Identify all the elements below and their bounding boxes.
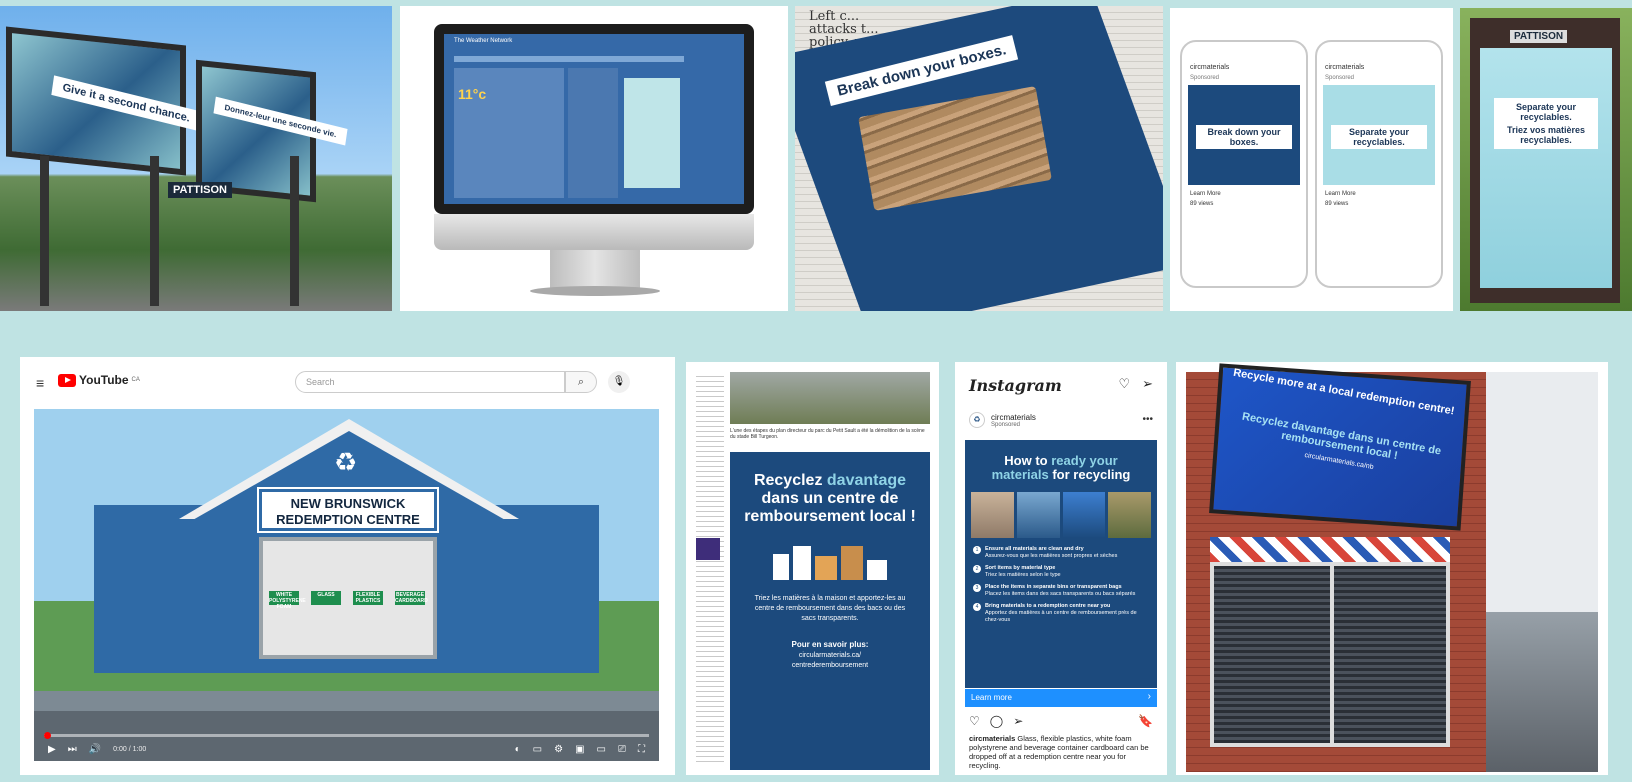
- phone-views: 89 views: [1325, 201, 1349, 207]
- video-time: 0:00 / 1:00: [113, 746, 147, 753]
- more-options-icon[interactable]: •••: [1142, 414, 1153, 425]
- volume-icon[interactable]: 🔊: [89, 744, 101, 755]
- french-ad-body: Triez les matières à la maison et apport…: [754, 595, 906, 622]
- billboard-left-text: Give it a second chance.: [51, 75, 202, 131]
- shelter-brand: PATTISON: [1510, 30, 1568, 43]
- cast-icon[interactable]: ⎚: [618, 744, 626, 755]
- phone-caption: Break down your boxes.: [1196, 125, 1292, 149]
- photo-caption: L'une des étapes du plan directeur du pa…: [730, 428, 925, 440]
- hamburger-menu-icon[interactable]: ≡: [36, 375, 44, 391]
- instagram-logo: Instagram: [969, 376, 1062, 395]
- youtube-play-icon: [58, 373, 76, 387]
- weather-site-name: The Weather Network: [454, 38, 513, 44]
- comment-icon[interactable]: ◯: [990, 714, 1003, 728]
- monitor-mockup: The Weather Network 11°c: [400, 6, 788, 311]
- chevron-right-icon: ›: [1147, 691, 1151, 702]
- microphone-icon[interactable]: 🎙: [608, 371, 630, 393]
- storefront-photo: Recycle more at a local redemption centr…: [1176, 362, 1608, 775]
- phone-sponsored: Sponsored: [1325, 75, 1355, 81]
- step-item: 4 Bring materials to a redemption centre …: [973, 603, 1149, 624]
- like-heart-icon[interactable]: ♡: [969, 714, 980, 728]
- share-icon[interactable]: ➢: [1013, 714, 1023, 728]
- instagram-post: Instagram ♡ ➢ ♻ circmaterials Sponsored …: [955, 362, 1167, 775]
- player-controls-right: ◐ ▭ ⚙ ▣ ▭ ⎚ ⛶: [515, 744, 645, 755]
- billboard-post: [290, 156, 299, 306]
- miniplayer-icon[interactable]: ▣: [575, 744, 584, 755]
- phone-account: circmaterials: [1190, 64, 1230, 71]
- progress-scrubber[interactable]: [44, 732, 51, 739]
- phone-post-image: Separate your recyclables.: [1323, 85, 1435, 185]
- bookmark-icon[interactable]: 🔖: [1138, 714, 1153, 728]
- billboard-brand: PATTISON: [168, 182, 232, 198]
- billboard-photo: Give it a second chance. Donnez-leur une…: [0, 6, 392, 311]
- billboard-right-text: Donnez-leur une seconde vie.: [213, 96, 348, 146]
- settings-gear-icon[interactable]: ⚙: [554, 744, 563, 755]
- step-thumbnails: [971, 492, 1151, 538]
- send-icon[interactable]: ➢: [1142, 376, 1153, 392]
- step-item: 2 Sort items by material type Triez les ma…: [973, 565, 1149, 579]
- bin-label: FLEXIBLE PLASTICS: [353, 591, 383, 605]
- newspaper-photo: [730, 372, 930, 424]
- weather-temperature: 11°c: [458, 86, 487, 102]
- next-icon[interactable]: ⏭: [68, 744, 77, 755]
- search-input[interactable]: Search: [295, 371, 565, 393]
- phone-learn-more[interactable]: Learn More: [1182, 189, 1306, 199]
- avatar: ♻: [969, 412, 985, 428]
- post-headline: How to ready your materials for recyclin…: [991, 453, 1131, 482]
- youtube-topbar: ≡ YouTube CA Search ⌕ 🎙: [20, 357, 675, 407]
- digital-screen: Recycle more at a local redemption centr…: [1209, 363, 1471, 531]
- transit-shelter-photo: PATTISON Separate your recyclables. Trie…: [1460, 8, 1632, 311]
- fullscreen-icon[interactable]: ⛶: [638, 744, 645, 755]
- billboard-post: [150, 156, 159, 306]
- monitor-screen: The Weather Network 11°c: [434, 24, 754, 214]
- bin-label: WHITE POLYSTYRENE FOAM: [269, 591, 306, 610]
- video-player[interactable]: ♻ NEW BRUNSWICK REDEMPTION CENTRE WHITE …: [34, 409, 659, 761]
- player-controls-left: ▶ ⏭ 🔊 0:00 / 1:00: [48, 744, 146, 755]
- step-item: 1 Ensure all materials are clean and dry A…: [973, 546, 1149, 560]
- learn-more-button[interactable]: Learn more ›: [965, 689, 1157, 707]
- product-icons: [755, 540, 905, 580]
- phone-post-image: Break down your boxes.: [1188, 85, 1300, 185]
- shelter-poster: [1480, 48, 1612, 288]
- phone-sponsored: Sponsored: [1190, 75, 1220, 81]
- sorting-bay: WHITE POLYSTYRENE FOAM GLASS FLEXIBLE PL…: [259, 537, 437, 659]
- redemption-centre-sign: NEW BRUNSWICK REDEMPTION CENTRE: [257, 487, 439, 533]
- video-progress-bar[interactable]: [44, 732, 649, 739]
- billboard-left-panel: Give it a second chance.: [6, 26, 202, 176]
- post-caption: circmaterials Glass, flexible plastics, …: [969, 734, 1149, 770]
- french-ad-url: circularmaterials.ca/ centrederemboursem…: [791, 652, 869, 669]
- social-phones: circmaterials Sponsored Break down your …: [1170, 8, 1453, 311]
- step-item: 3 Place the items in separate bins or tra…: [973, 584, 1149, 598]
- recycle-icon: ♻: [334, 447, 358, 477]
- phone-caption: Separate your recyclables.: [1331, 125, 1427, 149]
- theater-mode-icon[interactable]: ▭: [597, 744, 606, 755]
- bin-label: BEVERAGE CARDBOARD: [395, 591, 428, 605]
- post-account[interactable]: ♻ circmaterials Sponsored: [969, 412, 1036, 428]
- heart-icon[interactable]: ♡: [1118, 376, 1130, 392]
- weather-ad-unit: [624, 78, 680, 188]
- french-ad-more: Pour en savoir plus:: [791, 640, 869, 649]
- step-list: 1 Ensure all materials are clean and dry A…: [973, 546, 1149, 624]
- phone-right: circmaterials Sponsored Separate your re…: [1315, 40, 1443, 288]
- french-newspaper-ad: L'une des étapes du plan directeur du pa…: [686, 362, 939, 775]
- shelter-text: Separate your recyclables. Triez vos mat…: [1494, 98, 1598, 149]
- french-ad-headline: Recyclez davantage dans un centre de rem…: [744, 472, 916, 525]
- bin-label: GLASS: [311, 591, 341, 605]
- instagram-post-image: How to ready your materials for recyclin…: [965, 440, 1157, 688]
- phone-left: circmaterials Sponsored Break down your …: [1180, 40, 1308, 288]
- phone-learn-more[interactable]: Learn More: [1317, 189, 1441, 199]
- billboard-post: [40, 156, 49, 306]
- french-ad-panel: Recyclez davantage dans un centre de rem…: [696, 452, 930, 770]
- captions-icon[interactable]: ▭: [533, 744, 542, 755]
- barber-awning: [1210, 537, 1450, 563]
- phone-account: circmaterials: [1325, 64, 1365, 71]
- autoplay-toggle-icon[interactable]: ◐: [515, 744, 521, 755]
- search-icon[interactable]: ⌕: [565, 371, 597, 393]
- youtube-logo[interactable]: YouTube CA: [58, 373, 140, 387]
- phone-views: 89 views: [1190, 201, 1214, 207]
- youtube-screenshot: ≡ YouTube CA Search ⌕ 🎙 ♻ NEW BRUNSWICK …: [20, 357, 675, 775]
- play-icon[interactable]: ▶: [48, 744, 56, 755]
- newspaper-photo: Left c... attacks t... policy, wa... Bre…: [795, 6, 1163, 311]
